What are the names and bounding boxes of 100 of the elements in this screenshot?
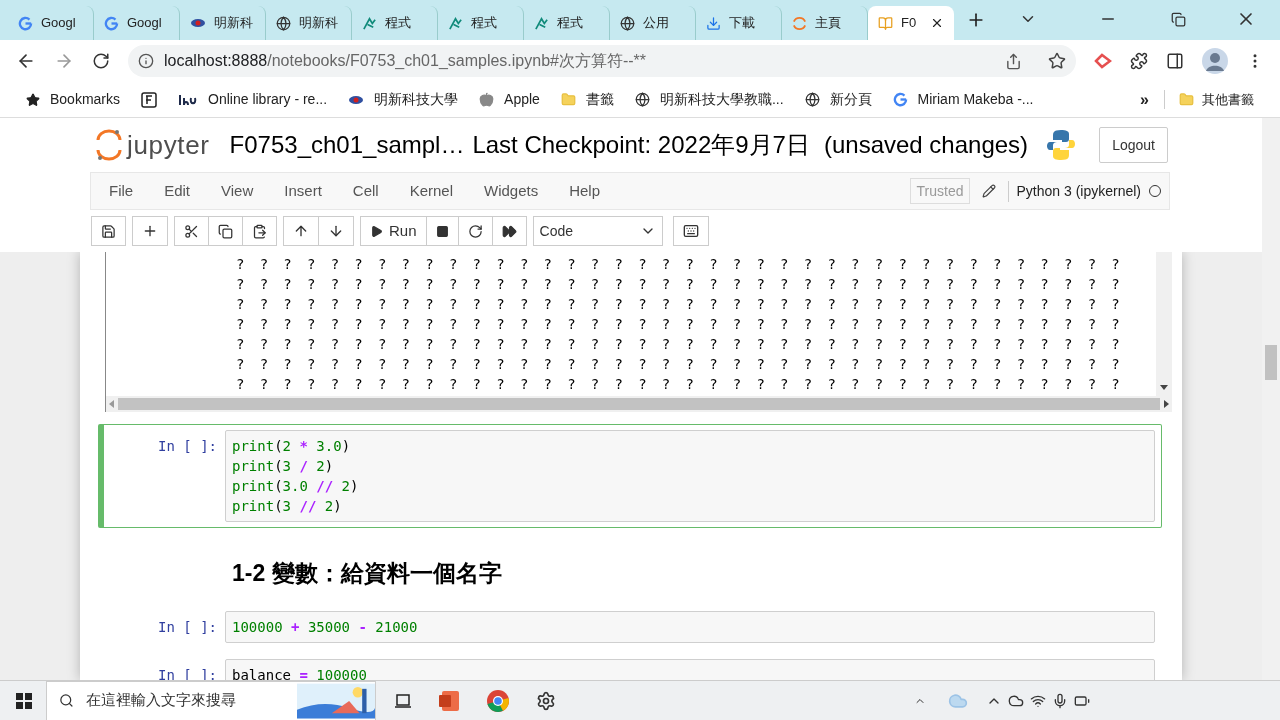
fast-forward-icon[interactable] [501,223,517,239]
share-icon[interactable] [1005,52,1022,70]
copy-icon[interactable] [218,223,233,239]
menu-item[interactable]: Edit [164,179,191,203]
code-line: print(3 // 2) [232,497,343,516]
code-line: print(3 / 2) [232,457,335,476]
run-button[interactable]: Run [360,216,427,246]
code-editor[interactable]: balance = 100000 [225,658,1155,680]
folder-icon [560,92,576,107]
menu-item[interactable]: Widgets [484,179,539,203]
output-line: ? ? ? ? ? ? ? ? ? ? ? ? ? ? ? ? ? ? ? ? ? ? ? ? ? ? ? ? ? ? ? ? ? ? ? ? ? ? [236,296,1124,312]
stop-icon[interactable] [435,224,449,238]
restart-icon[interactable] [467,223,483,239]
scroll-down-icon[interactable] [1160,385,1168,390]
task-view-icon[interactable] [394,692,412,709]
download-icon [706,15,721,31]
extension-icon[interactable] [1094,53,1112,69]
code-editor[interactable]: 100000 + 35000 - 21000 [225,610,1155,643]
folder-icon [1179,92,1194,107]
output-line: ? ? ? ? ? ? ? ? ? ? ? ? ? ? ? ? ? ? ? ? ? ? ? ? ? ? ? ? ? ? ? ? ? ? ? ? ? ? [236,376,1124,392]
code-line: print(2 * 3.0) [232,437,352,456]
section-heading: 1-2 變數：給資料一個名字 [232,560,502,586]
emblem-icon [348,93,365,106]
bookmark[interactable]: Apple [479,86,540,113]
code-line: 100000 + 35000 - 21000 [232,617,419,637]
more-bookmarks-button[interactable]: » [1140,87,1149,112]
library-icon [178,92,199,107]
chrome-icon[interactable] [486,688,510,713]
code-cell[interactable]: In [ ]: print(2 * 3.0) print(3 / 2) print(3.0 // 2) print(3 // 2) [98,424,1162,528]
output-line: ? ? ? ? ? ? ? ? ? ? ? ? ? ? ? ? ? ? ? ? ? ? ? ? ? ? ? ? ? ? ? ? ? ? ? ? ? ? [236,276,1124,292]
search-field[interactable]: 在這裡輸入文字來搜尋 [85,689,285,712]
bookmark[interactable]: 明新科技大學教職... [634,86,784,113]
output-line: ? ? ? ? ? ? ? ? ? ? ? ? ? ? ? ? ? ? ? ? ? ? ? ? ? ? ? ? ? ? ? ? ? ? ? ? ? ? [236,316,1124,332]
bookmark[interactable]: Online library - re... [178,86,328,113]
settings-icon[interactable] [536,690,556,711]
cell-type-select[interactable]: Code [532,216,663,246]
output-line: ? ? ? ? ? ? ? ? ? ? ? ? ? ? ? ? ? ? ? ? ? ? ? ? ? ? ? ? ? ? ? ? ? ? ? ? ? ? [236,356,1124,372]
browser-tab[interactable]: F0 [868,6,954,40]
output-line: ? ? ? ? ? ? ? ? ? ? ? ? ? ? ? ? ? ? ? ? ? ? ? ? ? ? ? ? ? ? ? ? ? ? ? ? ? ? [236,336,1124,352]
add-cell-icon[interactable] [142,223,158,239]
vertical-scrollbar[interactable] [1156,252,1172,396]
bookmark[interactable]: 其他書籤 [1164,89,1254,110]
page-scrollbar[interactable] [1262,118,1280,680]
avatar-icon[interactable] [1202,48,1228,74]
search-box[interactable]: 在這裡輸入文字來搜尋 [46,680,376,720]
globe-icon [620,15,635,31]
apple-icon [479,92,495,107]
cut-icon[interactable] [184,223,199,239]
save-icon[interactable] [101,223,116,239]
bookmark[interactable]: Miriam Makeba -... [892,86,1034,113]
menu-item[interactable]: Help [569,179,601,203]
kernel-name: Python 3 (ipykernel) [1008,180,1141,202]
checkpoint-text: Last Checkpoint: 2022年9月7日 [472,130,810,160]
bookmark[interactable]: 新分頁 [804,86,872,113]
keyboard-icon[interactable] [682,223,699,239]
google-icon [104,15,119,31]
info-icon[interactable] [138,53,154,69]
side-panel-icon[interactable] [1166,52,1184,70]
code-editor[interactable]: print(2 * 3.0) print(3 / 2) print(3.0 // 2) print(3 // 2) [225,430,1155,522]
restore-icon[interactable] [1171,12,1186,27]
menu-item[interactable]: File [109,179,134,203]
logout-button[interactable]: Logout [1099,127,1168,163]
reload-icon[interactable] [92,52,110,70]
bookmark[interactable]: 書籤 [560,86,614,113]
code-line: balance = 100000 [232,665,368,680]
search-icon[interactable] [59,692,74,709]
extensions-icon[interactable] [1130,52,1148,70]
horizontal-scrollbar[interactable] [106,396,1172,412]
bookmark[interactable]: 明新科技大學 [348,86,459,113]
cell-prompt: In [ ]: [158,617,217,637]
close-tab-icon[interactable] [930,16,944,30]
url-text: localhost:8888/notebooks/F0753_ch01_samples.ipynb#次方算符--** [164,51,647,71]
bookmark[interactable]: Bookmarks [26,86,121,113]
start-icon[interactable] [16,692,32,709]
logo-icon [141,91,158,108]
feather-icon [534,15,549,31]
book-icon [878,15,893,31]
move-up-icon[interactable] [293,223,309,239]
menu-item[interactable]: View [221,179,254,203]
paste-icon[interactable] [252,223,267,239]
play-icon [370,224,383,238]
jupyter-logo-text: jupyter [127,128,210,162]
bookmark-star-icon[interactable] [1048,52,1066,70]
menu-item[interactable]: Kernel [409,179,453,203]
notebook-name[interactable]: F0753_ch01_sampl… [229,127,465,163]
google-icon [18,15,33,31]
save-status: (unsaved changes) [823,130,1029,160]
address-field[interactable]: localhost:8888/notebooks/F0753_ch01_samples.ipynb#次方算符--** [128,45,1076,77]
ring-icon [792,15,807,31]
code-cell[interactable]: In [ ]: 100000 + 35000 - 21000 [98,604,1162,649]
powerpoint-icon[interactable] [438,689,460,712]
feather-icon [448,15,463,31]
menu-item[interactable]: Cell [352,179,379,203]
edit-icon[interactable] [982,184,997,198]
scroll-right-icon[interactable] [1164,400,1169,408]
feather-icon [362,15,377,31]
menu-item[interactable]: Insert [284,179,322,203]
microphone-icon[interactable] [1052,692,1068,709]
move-down-icon[interactable] [328,223,344,239]
cell-prompt: In [ ]: [158,437,217,456]
